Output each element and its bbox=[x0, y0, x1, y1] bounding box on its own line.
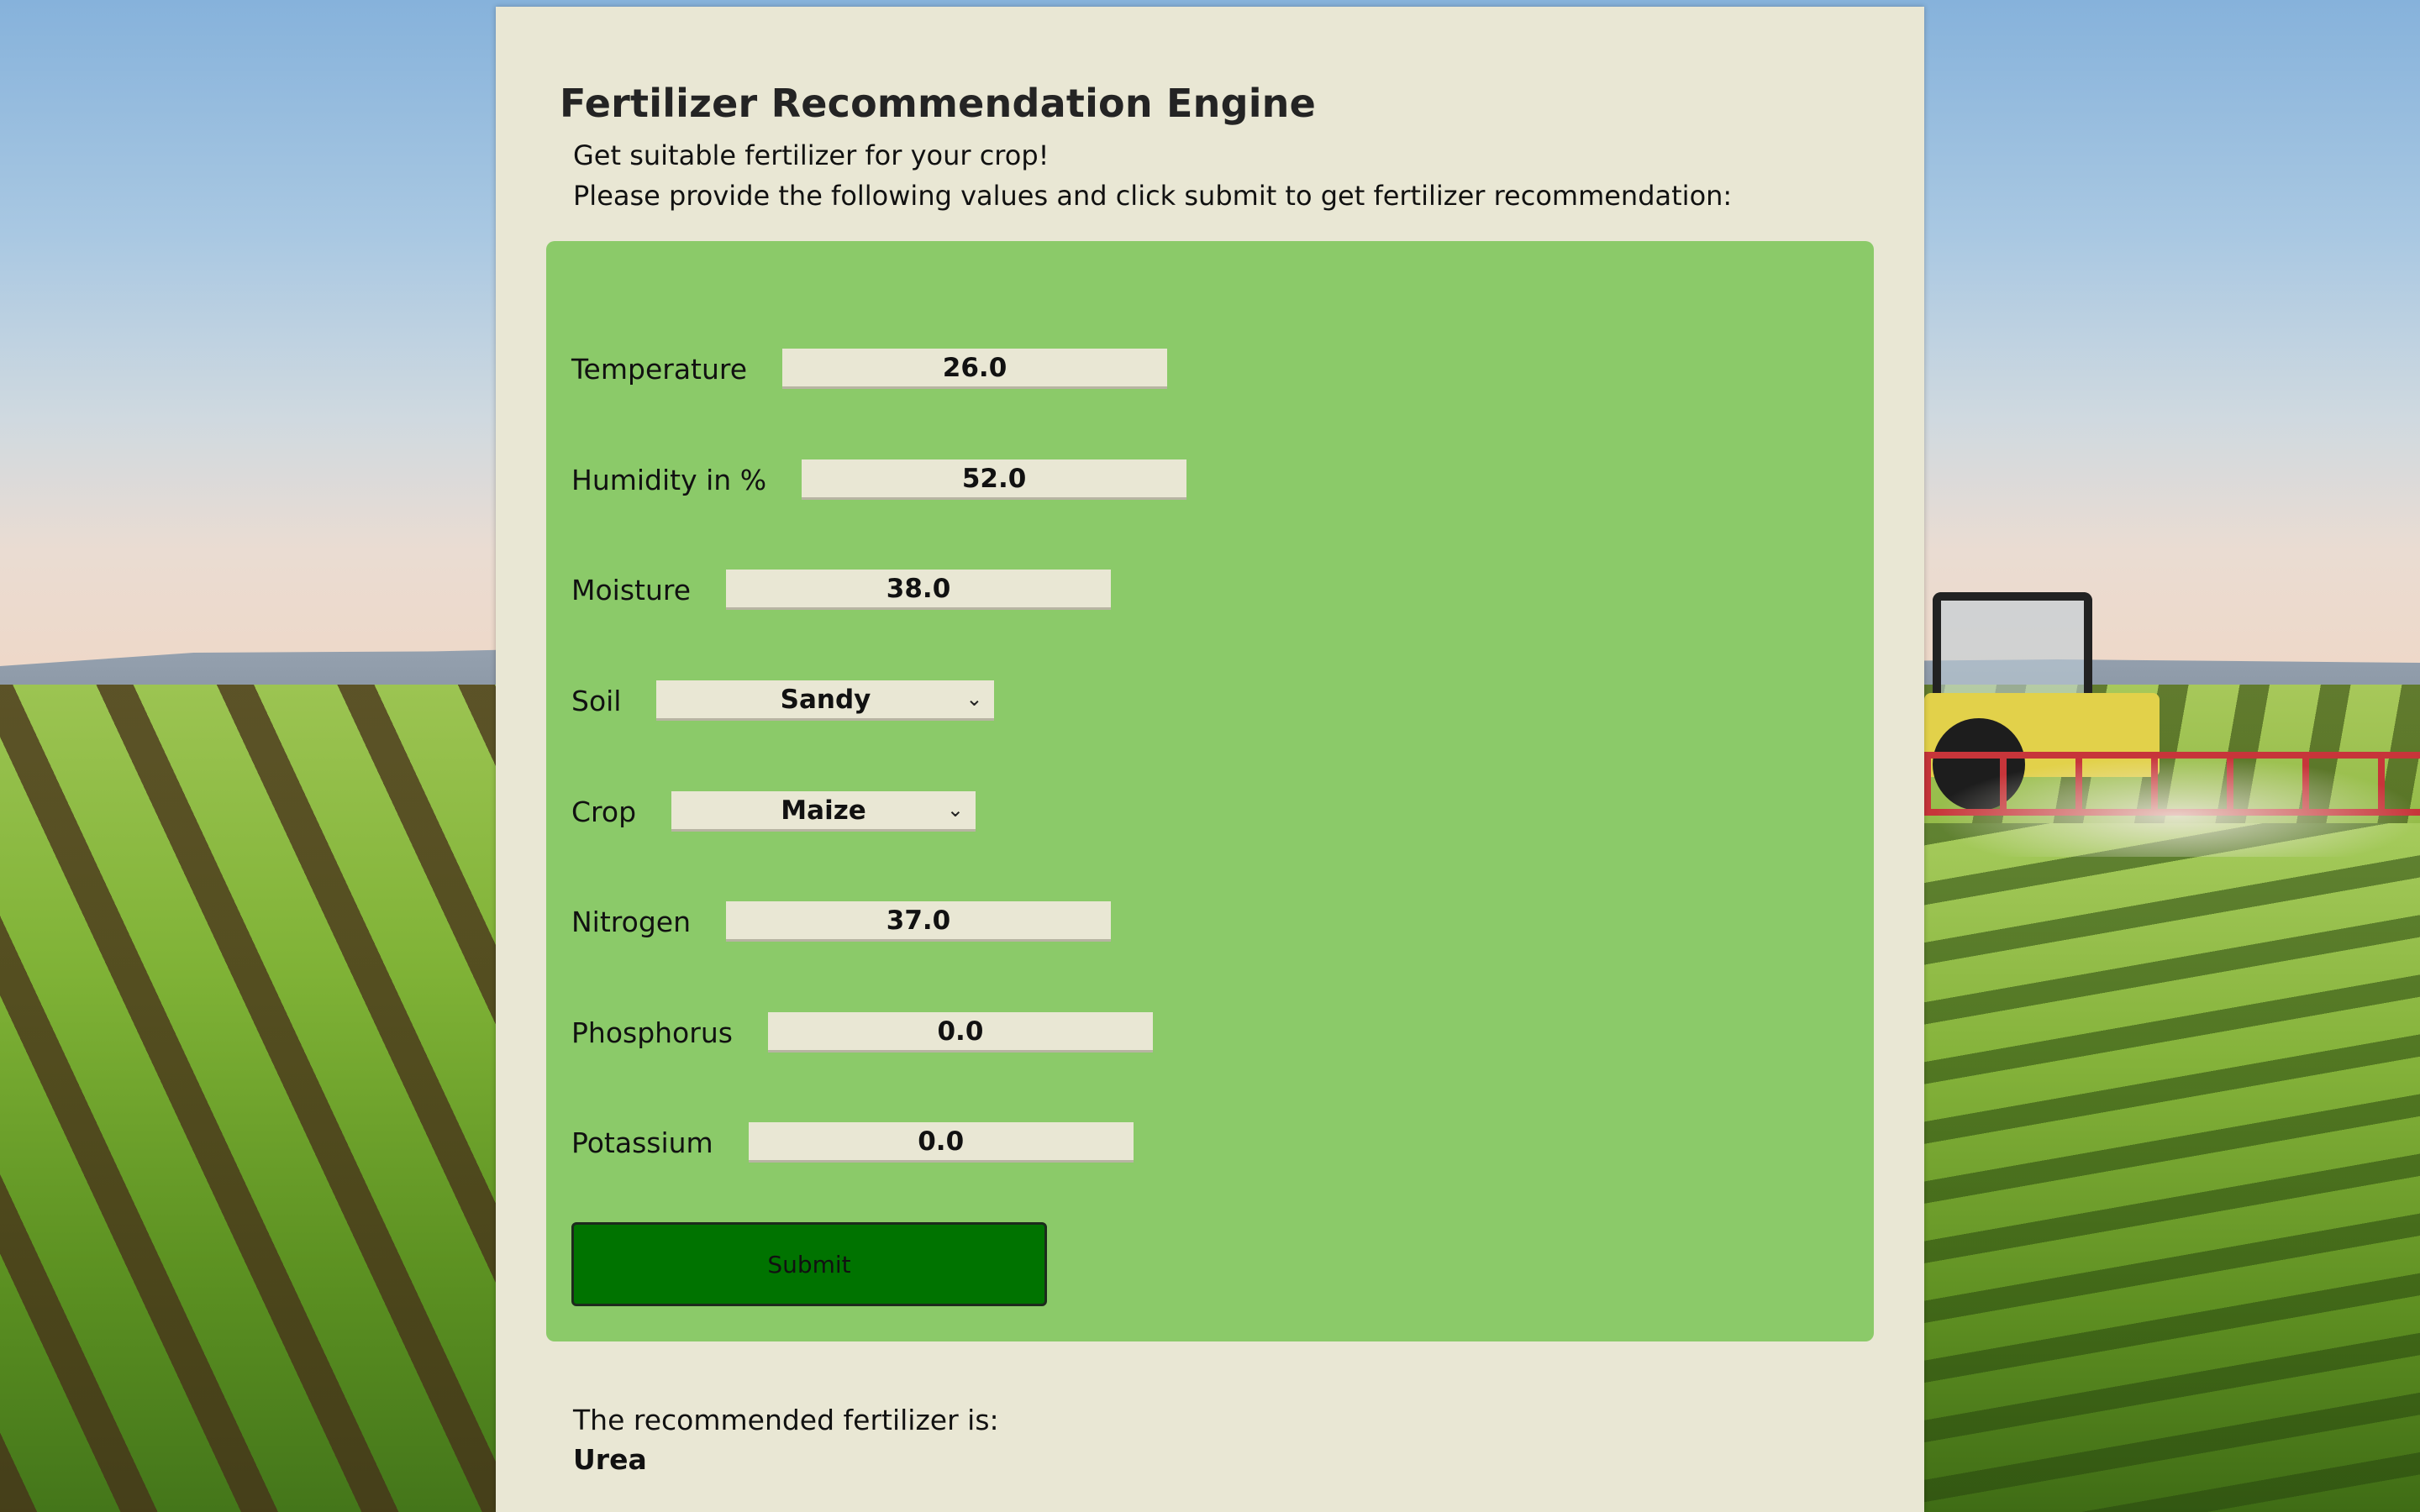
soil-selected-value: Sandy bbox=[780, 684, 871, 715]
moisture-input[interactable] bbox=[726, 570, 1112, 610]
phosphorus-input[interactable] bbox=[767, 1012, 1153, 1053]
nitrogen-row: Nitrogen bbox=[571, 900, 1111, 942]
instructions-text: Please provide the following values and … bbox=[573, 180, 1733, 212]
crop-rows-right bbox=[1924, 823, 2420, 1512]
result-label: The recommended fertilizer is: bbox=[573, 1404, 999, 1436]
crop-row: Crop Maize ⌄ bbox=[571, 790, 976, 832]
moisture-row: Moisture bbox=[571, 569, 1112, 611]
main-card: Fertilizer Recommendation Engine Get sui… bbox=[496, 7, 1924, 1512]
temperature-row: Temperature bbox=[571, 348, 1168, 390]
soil-select[interactable]: Sandy ⌄ bbox=[656, 680, 995, 721]
spray-mist bbox=[1933, 756, 2420, 857]
moisture-label: Moisture bbox=[571, 573, 692, 606]
humidity-input[interactable] bbox=[802, 459, 1187, 500]
crop-label: Crop bbox=[571, 795, 637, 828]
fertilizer-form: Temperature Humidity in % Moisture Soil … bbox=[546, 241, 1874, 1341]
potassium-row: Potassium bbox=[571, 1121, 1134, 1163]
chevron-down-icon: ⌄ bbox=[965, 687, 983, 711]
soil-row: Soil Sandy ⌄ bbox=[571, 680, 995, 722]
chevron-down-icon: ⌄ bbox=[946, 798, 965, 822]
potassium-label: Potassium bbox=[571, 1126, 713, 1159]
tractor-cab bbox=[1933, 592, 2092, 710]
crop-rows-left bbox=[0, 685, 504, 1512]
temperature-label: Temperature bbox=[571, 352, 748, 386]
page-title: Fertilizer Recommendation Engine bbox=[560, 81, 1317, 126]
page-subtitle: Get suitable fertilizer for your crop! bbox=[573, 139, 1050, 171]
humidity-row: Humidity in % bbox=[571, 459, 1187, 501]
phosphorus-label: Phosphorus bbox=[571, 1016, 733, 1049]
phosphorus-row: Phosphorus bbox=[571, 1011, 1153, 1053]
nitrogen-label: Nitrogen bbox=[571, 905, 691, 938]
nitrogen-input[interactable] bbox=[726, 901, 1111, 942]
soil-label: Soil bbox=[571, 684, 622, 717]
submit-button[interactable]: Submit bbox=[571, 1222, 1047, 1306]
potassium-input[interactable] bbox=[748, 1122, 1134, 1163]
temperature-input[interactable] bbox=[782, 349, 1168, 389]
crop-select[interactable]: Maize ⌄ bbox=[671, 791, 976, 832]
humidity-label: Humidity in % bbox=[571, 463, 767, 496]
recommended-fertilizer: Urea bbox=[573, 1443, 647, 1476]
crop-selected-value: Maize bbox=[781, 795, 866, 826]
